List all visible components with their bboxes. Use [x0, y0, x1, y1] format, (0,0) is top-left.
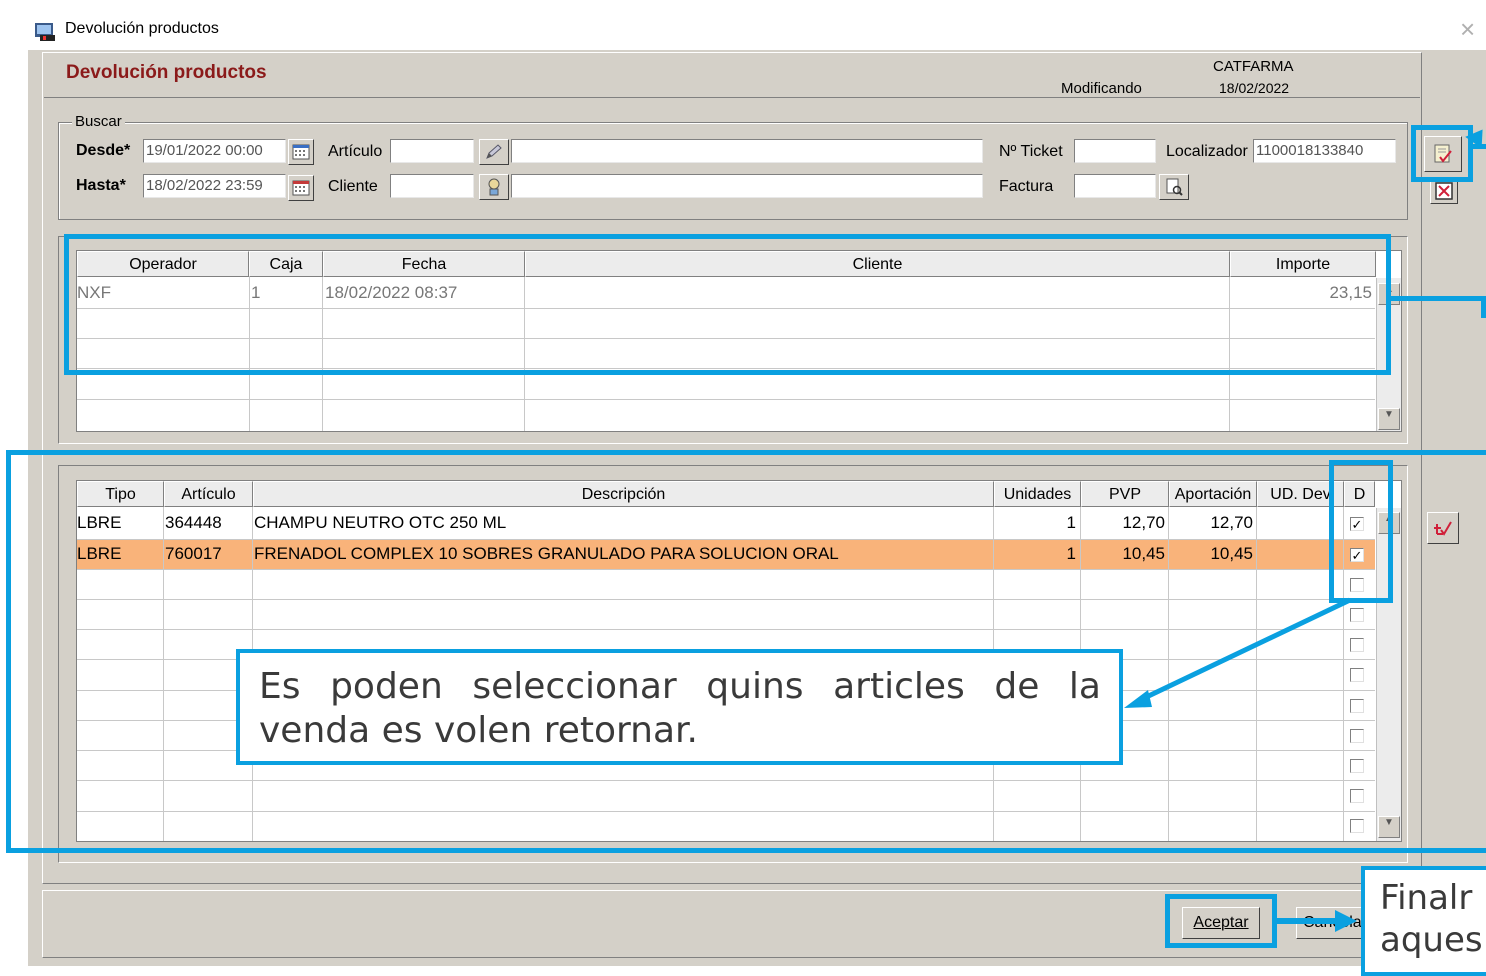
annotation-arrow-line [1277, 918, 1337, 924]
search-group-label: Buscar [72, 113, 125, 130]
window-titlebar: Devolución productos × [28, 12, 1486, 50]
desde-calendar-button[interactable] [288, 139, 314, 165]
ticket-label: Nº Ticket [999, 143, 1063, 160]
callout-text: Es poden seleccionar quins articles de l… [259, 666, 1101, 751]
clear-icon [1435, 182, 1453, 200]
cliente-search-button[interactable] [479, 174, 509, 200]
annotation-arrowhead [1335, 910, 1357, 932]
calendar-icon [292, 144, 310, 160]
pencil-icon [486, 144, 502, 159]
articulo-desc-field[interactable] [511, 139, 983, 163]
scroll-down-button[interactable]: ▼ [1378, 408, 1400, 430]
highlight-return-column [1329, 460, 1393, 603]
highlight-select-ticket [1411, 125, 1473, 182]
desde-label: Desde* [76, 142, 131, 159]
page-title: Devolución productos [66, 62, 267, 83]
close-icon[interactable]: × [1460, 14, 1475, 45]
calendar-icon [292, 180, 310, 196]
articulo-edit-button[interactable] [479, 139, 509, 165]
search-person-icon [488, 178, 500, 196]
grid-line [77, 399, 1375, 400]
articulo-label: Artículo [328, 143, 383, 160]
factura-search-button[interactable] [1159, 174, 1189, 200]
company-name: CATFARMA [1213, 58, 1294, 75]
annotation-line [1391, 296, 1486, 301]
hasta-field[interactable]: 18/02/2022 23:59 [143, 174, 286, 198]
ticket-field[interactable] [1074, 139, 1156, 163]
highlight-tickets-grid [64, 234, 1391, 375]
localizador-field[interactable]: 1100018133840 [1253, 139, 1396, 163]
callout-text-line2: aques [1380, 920, 1483, 960]
desde-field[interactable]: 19/01/2022 00:00 [143, 139, 286, 163]
factura-label: Factura [999, 178, 1054, 195]
header-date: 18/02/2022 [1219, 80, 1290, 96]
cliente-desc-field[interactable] [511, 174, 983, 198]
callout-arrow [1124, 597, 1352, 708]
cliente-code-field[interactable] [390, 174, 474, 198]
callout-box: Es poden seleccionar quins articles de l… [236, 649, 1123, 765]
mode-label: Modificando [1061, 80, 1142, 97]
highlight-accept-button [1165, 894, 1277, 948]
hasta-calendar-button[interactable] [288, 175, 314, 201]
hasta-label: Hasta* [76, 177, 126, 194]
invoice-search-icon [1166, 178, 1183, 196]
callout-box-bottom: Finalr aques [1361, 866, 1486, 976]
localizador-label: Localizador [1166, 143, 1248, 160]
window-title: Devolución productos [65, 20, 219, 37]
articulo-code-field[interactable] [390, 139, 474, 163]
search-group [58, 122, 1408, 220]
app-icon [34, 21, 56, 41]
callout-text-line1: Finalr [1380, 878, 1473, 918]
factura-field[interactable] [1074, 174, 1156, 198]
annotation-line [1481, 296, 1486, 318]
cliente-label: Cliente [328, 178, 378, 195]
